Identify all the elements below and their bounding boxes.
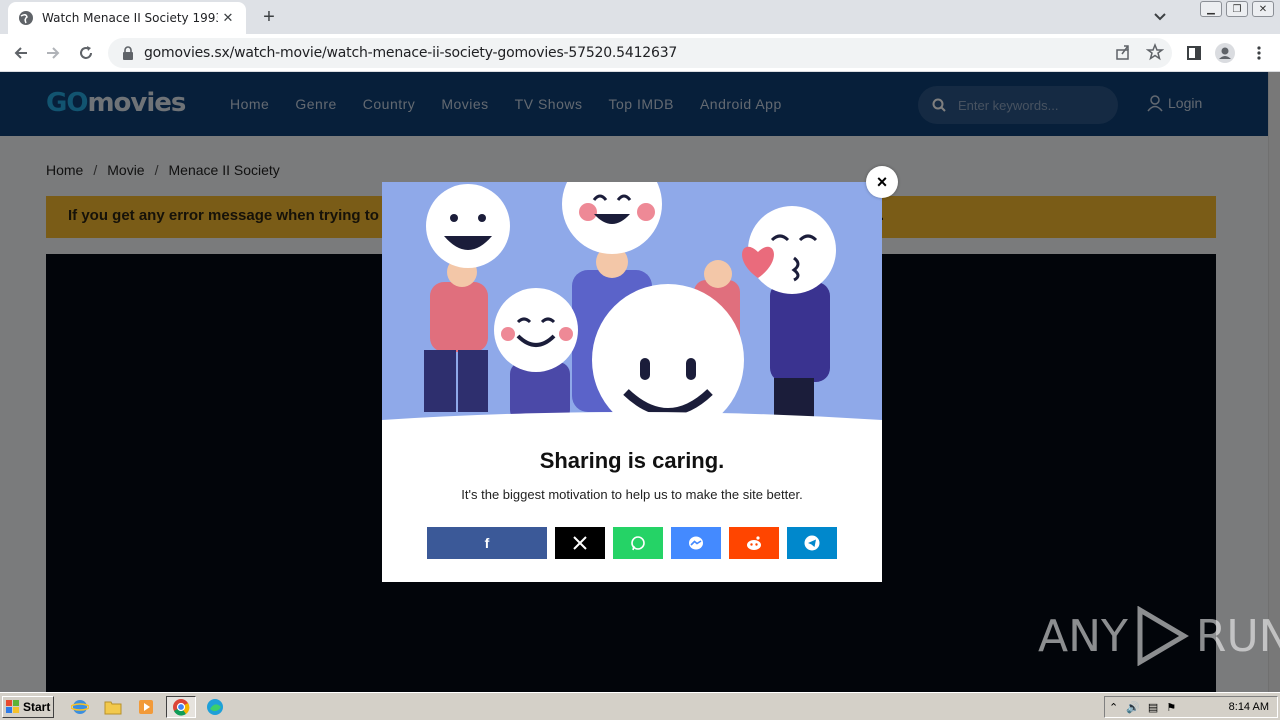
lock-icon[interactable] [122, 46, 134, 60]
window-controls: ▁ ❐ ✕ [1200, 1, 1274, 17]
edge-quicklaunch[interactable] [205, 697, 225, 717]
browser-toolbar: gomovies.sx/watch-movie/watch-menace-ii-… [0, 34, 1280, 72]
share-icon[interactable] [1114, 43, 1132, 61]
kebab-menu-icon [1257, 46, 1261, 60]
minimize-button[interactable]: ▁ [1200, 1, 1222, 17]
browser-menu-button[interactable] [1248, 42, 1270, 64]
tray-expand-icon[interactable]: ⌃ [1109, 701, 1118, 714]
x-logo-icon [573, 536, 587, 550]
play-triangle-icon [1137, 606, 1189, 666]
messenger-icon [689, 536, 703, 550]
tab-title: Watch Menace II Society 1993 full m [42, 11, 218, 25]
close-window-button[interactable]: ✕ [1252, 1, 1274, 17]
modal-title: Sharing is caring. [539, 448, 725, 473]
profile-button[interactable] [1214, 42, 1236, 64]
new-tab-button[interactable]: + [258, 6, 280, 28]
url-text[interactable]: gomovies.sx/watch-movie/watch-menace-ii-… [144, 45, 677, 61]
share-modal: Sharing is caring. It's the biggest moti… [382, 182, 882, 582]
anyrun-watermark: ANY RUN [1038, 606, 1280, 666]
browser-tab-active[interactable]: Watch Menace II Society 1993 full m ✕ [8, 2, 246, 34]
share-messenger-button[interactable] [671, 527, 721, 559]
ie-quicklaunch[interactable] [70, 697, 90, 717]
forward-arrow-icon [47, 47, 60, 59]
taskbar-chrome-button[interactable] [166, 696, 196, 718]
start-button[interactable]: Start [2, 696, 54, 718]
forward-button[interactable] [42, 42, 64, 64]
telegram-icon [804, 535, 820, 551]
media-player-icon [139, 700, 153, 714]
share-facebook-button[interactable]: f [427, 527, 547, 559]
folder-icon [104, 701, 122, 715]
back-arrow-icon [14, 47, 27, 59]
action-center-flag-icon[interactable]: ⚑ [1166, 701, 1176, 714]
reddit-icon [747, 536, 761, 550]
windows-logo-icon [6, 700, 19, 713]
share-whatsapp-button[interactable] [613, 527, 663, 559]
bookmark-star-icon[interactable] [1146, 43, 1164, 61]
side-panel-icon [1187, 46, 1201, 60]
side-panel-button[interactable] [1183, 42, 1205, 64]
start-label: Start [23, 700, 51, 714]
system-tray: ⌃ 🔊 ▤ ⚑ 8:14 AM [1104, 696, 1278, 718]
edge-icon [207, 699, 223, 715]
explorer-quicklaunch[interactable] [103, 697, 123, 717]
windows-taskbar: Start ⌃ 🔊 ▤ ⚑ 8:14 AM [0, 692, 1280, 720]
network-icon[interactable]: ▤ [1148, 701, 1158, 714]
tab-close-icon[interactable]: ✕ [220, 10, 236, 26]
modal-close-button[interactable]: × [866, 166, 898, 198]
media-player-quicklaunch[interactable] [136, 697, 156, 717]
whatsapp-icon [631, 536, 645, 551]
reload-button[interactable] [75, 42, 97, 64]
taskbar-clock[interactable]: 8:14 AM [1229, 701, 1269, 713]
share-buttons: f [427, 527, 837, 559]
reload-icon [80, 46, 92, 59]
back-button[interactable] [10, 42, 32, 64]
happy-people-illustration [382, 182, 882, 422]
internet-explorer-icon [71, 700, 89, 714]
profile-avatar-icon [1215, 43, 1235, 63]
restore-button[interactable]: ❐ [1226, 1, 1248, 17]
address-bar[interactable]: gomovies.sx/watch-movie/watch-menace-ii-… [108, 38, 1172, 68]
share-x-button[interactable] [555, 527, 605, 559]
share-telegram-button[interactable] [787, 527, 837, 559]
modal-subtitle: It's the biggest motivation to help us t… [461, 487, 803, 502]
browser-tab-strip: Watch Menace II Society 1993 full m ✕ + … [0, 0, 1280, 34]
globe-icon [18, 10, 34, 26]
tab-search-chevron-icon[interactable] [1150, 8, 1170, 26]
volume-icon[interactable]: 🔊 [1126, 701, 1140, 714]
facebook-icon: f [484, 535, 490, 551]
watermark-run: RUN [1195, 610, 1280, 662]
share-reddit-button[interactable] [729, 527, 779, 559]
watermark-any: ANY [1038, 610, 1128, 662]
chrome-icon [173, 699, 190, 716]
